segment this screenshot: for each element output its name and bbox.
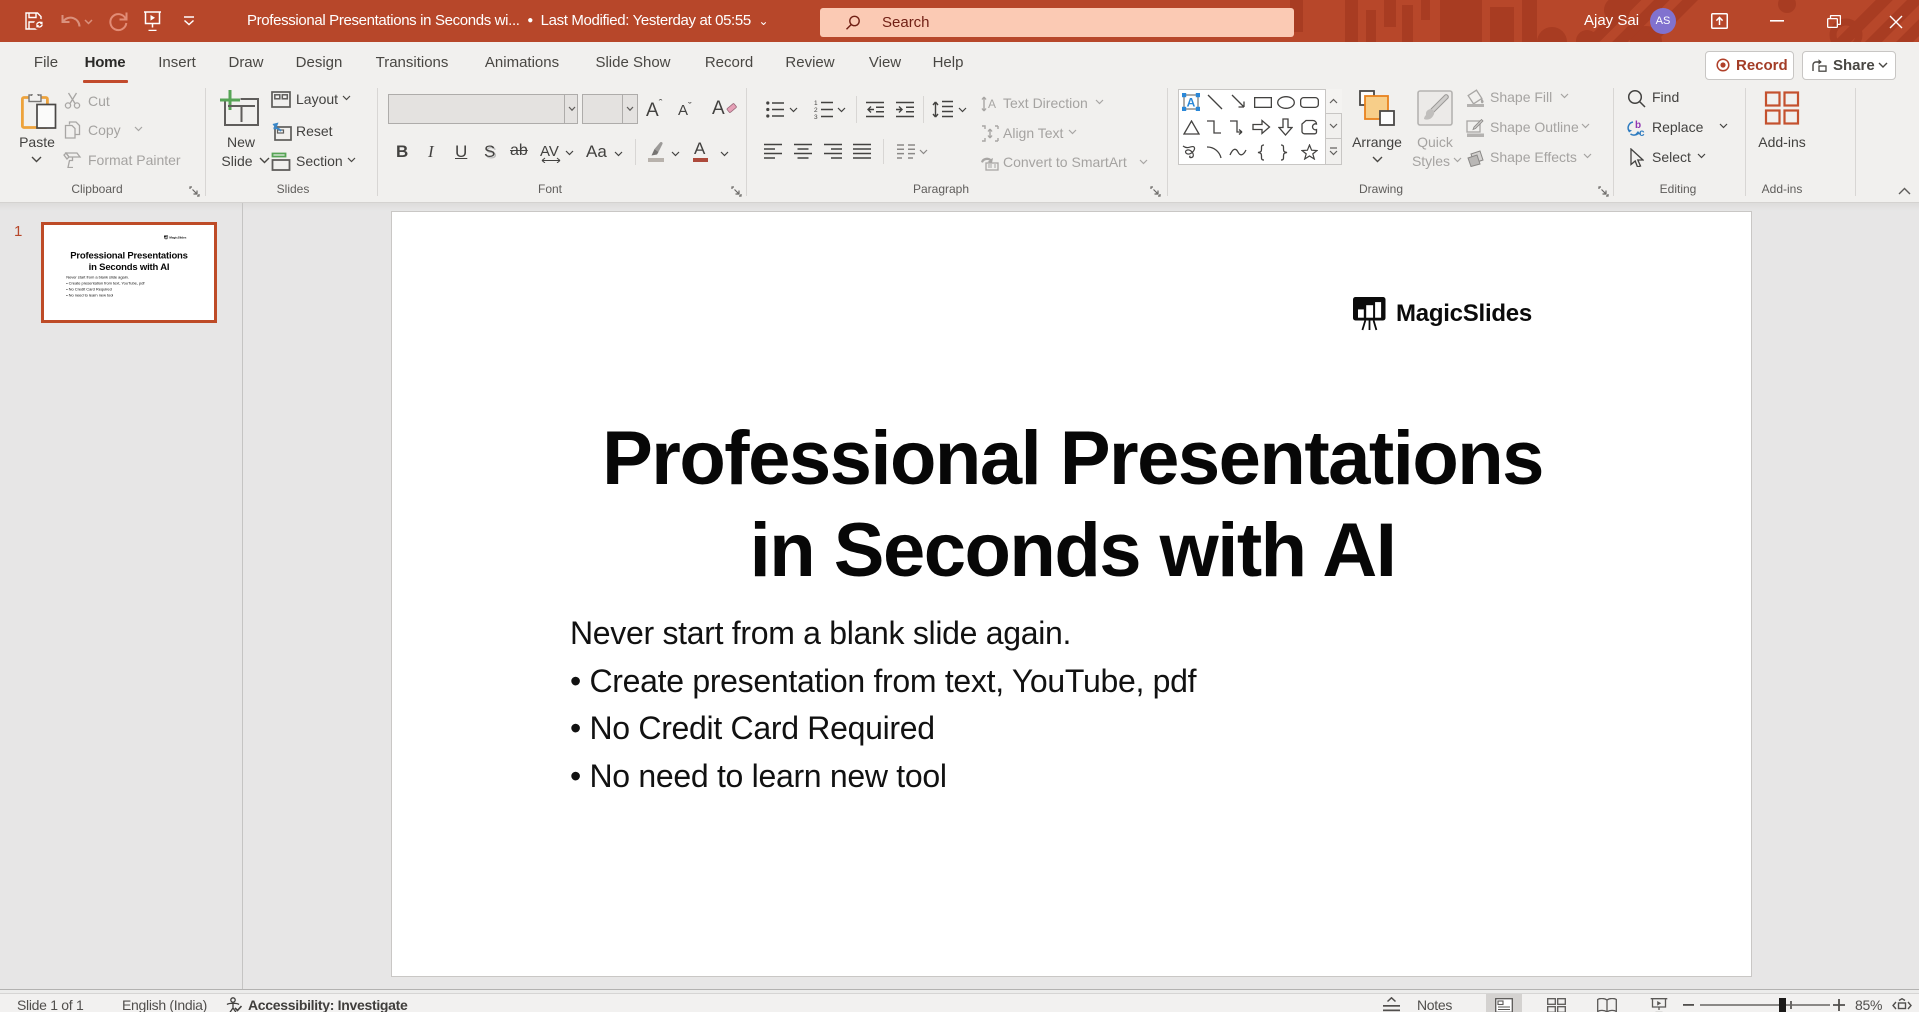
svg-text:A: A [1187,96,1196,110]
svg-text:A: A [988,97,996,111]
svg-text:1: 1 [814,100,818,107]
svg-text:c: c [1639,128,1645,138]
svg-text:AV: AV [540,143,559,160]
svg-text:2: 2 [814,107,818,114]
svg-text:3: 3 [814,114,818,119]
